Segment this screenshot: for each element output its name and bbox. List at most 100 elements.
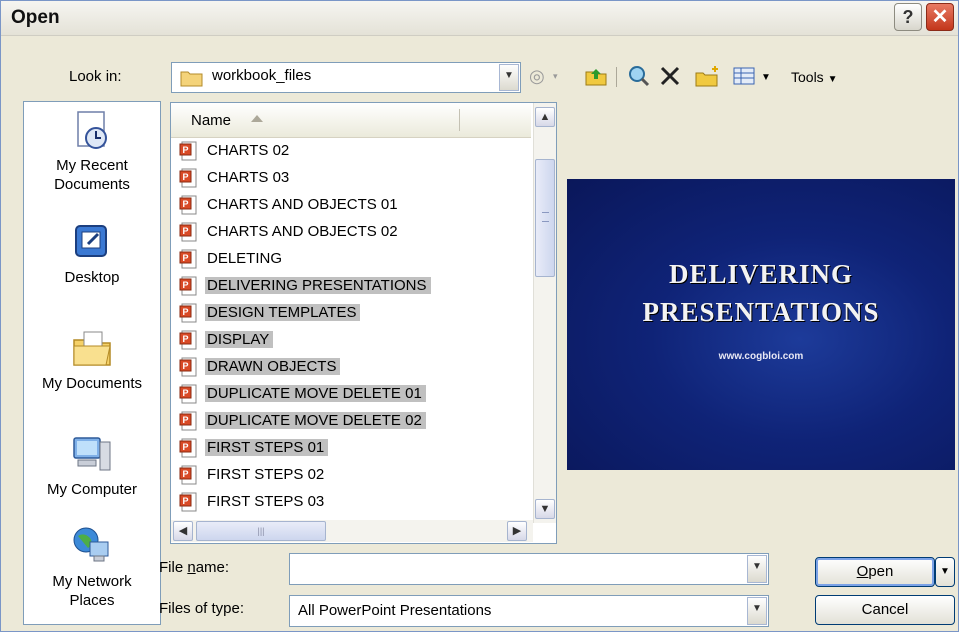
preview-title-line2: PRESENTATIONS: [642, 297, 880, 327]
powerpoint-file-icon: P: [179, 303, 197, 323]
powerpoint-file-icon: P: [179, 168, 197, 188]
toolbar-separator: [616, 67, 617, 87]
file-name: DUPLICATE MOVE DELETE 01: [205, 385, 426, 402]
powerpoint-file-icon: P: [179, 141, 197, 161]
file-name: CHARTS 02: [207, 142, 290, 159]
column-divider: [459, 109, 460, 131]
powerpoint-file-icon: P: [179, 276, 197, 296]
tools-menu[interactable]: Tools ▼: [791, 69, 837, 85]
open-dialog: Open ? ✕ Look in: workbook_files ▼ ◎ ▾ ▼…: [0, 0, 959, 632]
close-button[interactable]: ✕: [926, 3, 954, 31]
file-name: DUPLICATE MOVE DELETE 02: [205, 412, 426, 429]
new-folder-icon[interactable]: [695, 65, 721, 87]
up-folder-icon[interactable]: [585, 65, 607, 87]
file-name: CHARTS AND OBJECTS 01: [207, 196, 398, 213]
place-recent-documents[interactable]: My Recent Documents: [24, 108, 160, 194]
files-of-type-dropdown-button[interactable]: ▼: [747, 597, 767, 625]
sort-ascending-icon: [251, 115, 263, 122]
network-places-icon: [73, 527, 109, 562]
svg-text:P: P: [183, 226, 189, 236]
files-of-type-value: All PowerPoint Presentations: [298, 602, 492, 619]
file-name-field[interactable]: ▼: [289, 553, 769, 585]
look-in-label: Look in:: [69, 68, 122, 85]
place-my-documents[interactable]: My Documents: [24, 326, 160, 393]
place-my-network[interactable]: My Network Places: [24, 524, 160, 610]
svg-text:P: P: [183, 199, 189, 209]
file-name: DISPLAY: [205, 331, 274, 348]
back-icon[interactable]: ◎: [529, 65, 545, 87]
powerpoint-file-icon: P: [179, 357, 197, 377]
file-name: FIRST STEPS 01: [205, 439, 329, 456]
file-name: FIRST STEPS 02: [207, 466, 325, 483]
look-in-combo[interactable]: workbook_files ▼: [171, 62, 521, 93]
svg-text:P: P: [183, 253, 189, 263]
places-bar: My Recent Documents Desktop My Documents: [23, 101, 161, 625]
svg-text:P: P: [183, 280, 189, 290]
file-name: CHARTS AND OBJECTS 02: [207, 223, 398, 240]
powerpoint-file-icon: P: [179, 222, 197, 242]
file-name: DRAWN OBJECTS: [205, 358, 341, 375]
cancel-button[interactable]: Cancel: [815, 595, 955, 625]
desktop-icon: [75, 225, 107, 257]
scroll-right-button[interactable]: ▶: [507, 521, 527, 541]
file-list-horizontal-scrollbar[interactable]: ◀ ||| ▶: [171, 520, 533, 542]
place-my-computer[interactable]: My Computer: [24, 432, 160, 499]
powerpoint-file-icon: P: [179, 330, 197, 350]
svg-text:P: P: [183, 388, 189, 398]
views-icon[interactable]: [733, 65, 757, 87]
file-list[interactable]: Name P CHARTS 02 P CHARTS 03 P CHARTS AND OBJ…: [170, 102, 557, 544]
search-web-icon[interactable]: [627, 65, 651, 87]
svg-text:P: P: [183, 496, 189, 506]
svg-text:P: P: [183, 361, 189, 371]
column-header-name[interactable]: Name: [171, 103, 531, 138]
svg-text:P: P: [183, 415, 189, 425]
horizontal-scroll-thumb[interactable]: |||: [196, 521, 326, 541]
recent-documents-icon: [77, 111, 107, 149]
delete-icon[interactable]: [659, 65, 681, 87]
file-name: CHARTS 03: [207, 169, 290, 186]
svg-text:P: P: [183, 145, 189, 155]
powerpoint-file-icon: P: [179, 384, 197, 404]
files-of-type-combo[interactable]: All PowerPoint Presentations ▼: [289, 595, 769, 627]
powerpoint-file-icon: P: [179, 465, 197, 485]
place-desktop[interactable]: Desktop: [24, 220, 160, 287]
scroll-left-button[interactable]: ◀: [173, 521, 193, 541]
powerpoint-file-icon: P: [179, 249, 197, 269]
help-button[interactable]: ?: [894, 3, 922, 31]
file-name: DESIGN TEMPLATES: [205, 304, 361, 321]
back-dropdown-icon[interactable]: ▾: [553, 65, 558, 87]
folder-icon: [180, 71, 203, 87]
powerpoint-file-icon: P: [179, 195, 197, 215]
powerpoint-file-icon: P: [179, 438, 197, 458]
look-in-dropdown-button[interactable]: ▼: [499, 64, 519, 91]
views-dropdown-icon[interactable]: ▼: [761, 67, 771, 89]
powerpoint-file-icon: P: [179, 411, 197, 431]
scroll-grip: [542, 212, 549, 222]
scroll-up-button[interactable]: ▲: [535, 107, 555, 127]
my-computer-icon: [73, 437, 111, 471]
preview-title-line1: DELIVERING: [668, 259, 854, 289]
powerpoint-file-icon: P: [179, 492, 197, 512]
open-button[interactable]: Open: [815, 557, 935, 587]
open-options-dropdown[interactable]: ▼: [935, 557, 955, 587]
svg-text:P: P: [183, 334, 189, 344]
file-name: DELIVERING PRESENTATIONS: [205, 277, 431, 294]
file-name-dropdown-button[interactable]: ▼: [747, 555, 767, 583]
svg-text:P: P: [183, 307, 189, 317]
look-in-value: workbook_files: [212, 67, 312, 84]
file-preview: DELIVERING PRESENTATIONS www.cogbloi.com: [567, 179, 955, 470]
svg-text:P: P: [183, 469, 189, 479]
file-name: DELETING: [207, 250, 283, 267]
vertical-scroll-thumb[interactable]: [535, 159, 555, 277]
file-list-vertical-scrollbar[interactable]: ▲ ▼: [533, 103, 556, 523]
file-name-label: File name:: [159, 559, 230, 576]
file-name: FIRST STEPS 03: [207, 493, 325, 510]
title-bar[interactable]: Open ? ✕: [1, 1, 958, 36]
preview-url: www.cogbloi.com: [718, 351, 804, 362]
files-of-type-label: Files of type:: [159, 600, 245, 617]
dialog-title: Open: [11, 7, 60, 28]
my-documents-icon: [73, 331, 111, 366]
scroll-down-button[interactable]: ▼: [535, 499, 555, 519]
svg-text:P: P: [183, 172, 189, 182]
svg-text:P: P: [183, 442, 189, 452]
